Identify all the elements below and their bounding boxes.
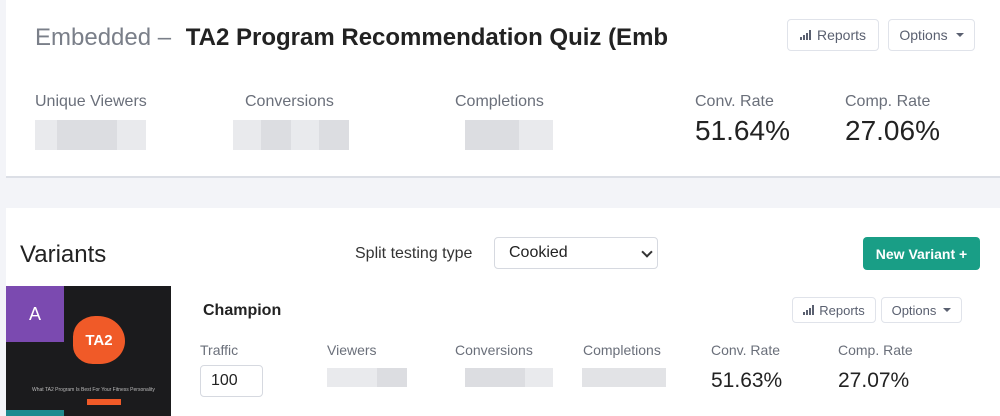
variants-card: Variants Split testing type Cookied New … — [6, 208, 1000, 416]
conversions-label: Conversions — [245, 93, 334, 110]
variant-thumbnail[interactable]: TA2 What TA2 Program Is Best For Your Fi… — [6, 286, 171, 416]
ta2-logo: TA2 — [73, 316, 125, 364]
caret-down-icon — [955, 33, 964, 37]
thumbnail-cta — [87, 399, 121, 405]
chevron-down-icon — [641, 246, 653, 258]
title-prefix: Embedded – — [35, 24, 172, 51]
completions-label: Completions — [455, 93, 544, 110]
variant-reports-label: Reports — [819, 302, 865, 318]
variant-completions-value-redacted — [582, 368, 666, 387]
traffic-input[interactable]: 100 — [200, 365, 263, 397]
variant-reports-button[interactable]: Reports — [792, 297, 876, 323]
caret-down-icon — [943, 308, 952, 312]
split-testing-label: Split testing type — [355, 245, 473, 262]
options-button-label: Options — [899, 27, 948, 43]
variant-conversions-label: Conversions — [455, 342, 533, 358]
conv-rate-value: 51.64% — [695, 115, 790, 146]
reports-button-label: Reports — [816, 27, 867, 43]
conv-rate-label: Conv. Rate — [695, 93, 774, 110]
viewers-value-redacted — [327, 368, 407, 387]
split-testing-select[interactable]: Cookied — [494, 237, 658, 269]
conversions-value-redacted — [233, 120, 349, 150]
reports-button[interactable]: Reports — [787, 19, 879, 51]
variant-completions-label: Completions — [583, 342, 661, 358]
new-variant-button[interactable]: New Variant + — [863, 237, 980, 270]
variant-conv-rate-label: Conv. Rate — [711, 342, 780, 358]
bar-chart-icon — [803, 305, 815, 315]
summary-card: Embedded – TA2 Program Recommendation Qu… — [6, 0, 1000, 178]
variant-conv-rate-value: 51.63% — [711, 369, 783, 392]
viewers-label: Viewers — [327, 342, 377, 358]
unique-viewers-label: Unique Viewers — [35, 93, 147, 110]
completions-value-redacted — [465, 120, 553, 150]
split-testing-value: Cookied — [509, 244, 568, 261]
comp-rate-value: 27.06% — [845, 115, 940, 146]
page-title: Embedded – TA2 Program Recommendation Qu… — [35, 24, 668, 52]
bar-chart-icon — [799, 30, 811, 40]
thumbnail-caption: What TA2 Program Is Best For Your Fitnes… — [32, 387, 155, 393]
variant-name: Champion — [203, 302, 282, 319]
traffic-label: Traffic — [200, 342, 239, 358]
variant-comp-rate-label: Comp. Rate — [838, 342, 913, 358]
comp-rate-label: Comp. Rate — [845, 93, 931, 110]
variant-conversions-value-redacted — [465, 368, 553, 387]
variant-options-label: Options — [891, 302, 937, 318]
variant-badge-b — [6, 410, 64, 416]
quiz-title: TA2 Program Recommendation Quiz (Emb — [185, 24, 669, 51]
unique-viewers-value-redacted — [35, 120, 146, 150]
variants-title: Variants — [20, 241, 107, 268]
variant-badge-a: A — [6, 286, 64, 342]
variant-comp-rate-value: 27.07% — [838, 369, 910, 392]
variant-options-button[interactable]: Options — [881, 297, 962, 323]
options-button[interactable]: Options — [888, 19, 975, 51]
